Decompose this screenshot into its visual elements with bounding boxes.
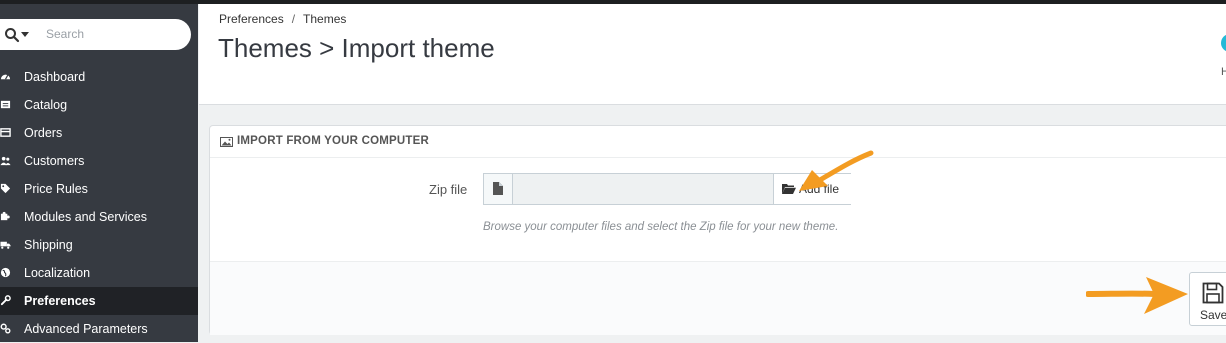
truck-icon [0,241,11,249]
sidebar-item-label: Catalog [24,98,68,112]
annotation-arrow-add-file [799,150,874,191]
save-label: Save [1200,308,1226,322]
orders-icon [0,128,11,137]
page-title: Themes > Import theme [218,33,495,63]
cogs-icon [0,323,11,334]
sidebar-item-preferences[interactable]: Preferences [0,287,198,315]
sidebar-item-catalog[interactable]: Catalog [0,91,198,119]
panel-title: IMPORT FROM YOUR COMPUTER [237,135,429,147]
help-label[interactable]: H [1221,66,1226,78]
sidebar-nav: Dashboard Catalog Orders Customers Price… [0,63,198,343]
sidebar-item-label: Dashboard [24,70,86,84]
wrench-icon [0,295,11,306]
help-block: Browse your computer files and select th… [483,221,839,233]
save-icon [1202,282,1224,304]
sidebar-item-label: Shipping [24,238,73,252]
sidebar-item-modules[interactable]: Modules and Services [0,203,198,231]
breadcrumb-item-themes[interactable]: Themes [303,12,346,26]
zip-file-label: Zip file [429,182,468,197]
sidebar-item-label: Orders [24,126,63,140]
sidebar-item-shipping[interactable]: Shipping [0,231,198,259]
save-button[interactable]: Save [1189,272,1226,326]
file-icon [493,182,503,195]
sidebar-item-label: Price Rules [24,182,88,196]
customers-icon [0,156,11,166]
search-box[interactable]: Search [0,19,191,50]
breadcrumb-item-preferences[interactable]: Preferences [219,12,284,26]
help-icon[interactable] [1221,34,1226,52]
sidebar-item-label: Advanced Parameters [24,322,148,336]
picture-icon [220,137,233,147]
globe-icon [0,267,11,278]
search-input[interactable]: Search [46,27,84,41]
search-icon[interactable] [4,27,20,43]
sidebar-item-dashboard[interactable]: Dashboard [0,63,198,91]
dashboard-icon [0,74,11,80]
breadcrumb-separator: / [291,12,296,26]
sidebar-item-label: Preferences [24,294,96,308]
price-rules-icon [0,183,11,194]
catalog-icon [0,100,11,109]
sidebar-item-label: Modules and Services [24,210,147,224]
page-header: Preferences / Themes Themes > Import theme… [199,4,1226,105]
sidebar-item-label: Localization [24,266,91,280]
sidebar-item-customers[interactable]: Customers [0,147,198,175]
import-panel: IMPORT FROM YOUR COMPUTER Zip file Add f… [209,125,1226,335]
file-icon-box [484,174,513,204]
panel-heading: IMPORT FROM YOUR COMPUTER [210,126,1226,158]
file-path-field[interactable] [513,174,773,204]
sidebar: Search Dashboard Catalog Orders Customer… [0,4,198,342]
annotation-arrow-save [1086,277,1188,314]
puzzle-icon [0,211,10,221]
chevron-down-icon[interactable] [21,32,29,37]
folder-open-icon [782,184,796,194]
sidebar-item-localization[interactable]: Localization [0,259,198,287]
sidebar-item-price-rules[interactable]: Price Rules [0,175,198,203]
breadcrumb: Preferences / Themes [219,12,346,26]
sidebar-item-label: Customers [24,154,85,168]
panel-footer: Save [210,261,1226,335]
sidebar-item-orders[interactable]: Orders [0,119,198,147]
sidebar-item-advanced-parameters[interactable]: Advanced Parameters [0,315,198,343]
